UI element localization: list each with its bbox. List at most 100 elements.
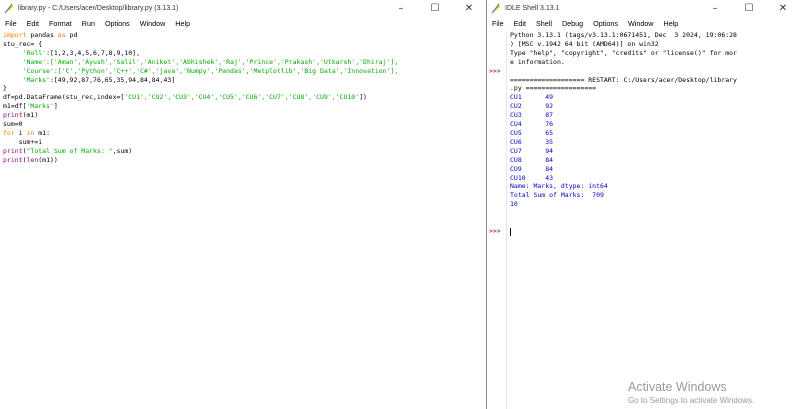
- shell-window: IDLE Shell 3.13.1 – ☐ ✕ File Edit Shell …: [487, 0, 800, 409]
- menu-options[interactable]: Options: [100, 19, 135, 28]
- output-line: CU6 35: [510, 137, 554, 146]
- shell-prompt: >>>: [489, 67, 501, 75]
- code-fragment: [3, 76, 23, 84]
- string-literal: 'CU1','CU2','CU3','CU4','CU5','CU6','CU7…: [124, 93, 360, 102]
- code-line: }: [3, 84, 7, 93]
- output-line: CU5 65: [510, 128, 554, 137]
- banner-line: e information.: [510, 57, 565, 66]
- menu-edit[interactable]: Edit: [509, 19, 531, 28]
- menu-shell[interactable]: Shell: [531, 19, 557, 28]
- maximize-button[interactable]: ☐: [418, 0, 452, 17]
- code-line: sum=0: [3, 120, 23, 129]
- menu-debug[interactable]: Debug: [557, 19, 588, 28]
- menu-help[interactable]: Help: [659, 19, 684, 28]
- output-line: CU3 87: [510, 111, 554, 120]
- builtin: print: [3, 111, 23, 120]
- idle-feather-icon: [490, 3, 501, 14]
- menu-file[interactable]: File: [0, 19, 22, 28]
- minimize-icon: –: [712, 3, 718, 14]
- editor-window-title: library.py - C:/Users/acer/Desktop/libra…: [18, 5, 179, 12]
- activate-windows-watermark: Activate Windows Go to Settings to activ…: [628, 380, 754, 406]
- code-fragment: ]: [53, 102, 58, 111]
- output-line: CU7 94: [510, 146, 554, 155]
- output-line: Name: Marks, dtype: int64: [510, 182, 608, 191]
- code-fragment: [3, 58, 23, 66]
- code-fragment: ]): [359, 93, 367, 102]
- code-fragment: i: [14, 128, 27, 137]
- shell-menubar: File Edit Shell Debug Options Window Hel…: [487, 17, 800, 30]
- shell-banner: Python 3.13.1 (tags/v3.13.1:0671451, Dec…: [510, 31, 798, 93]
- editor-menubar: File Edit Format Run Options Window Help: [0, 17, 486, 30]
- minimize-button[interactable]: –: [698, 0, 732, 17]
- menu-run[interactable]: Run: [77, 19, 100, 28]
- editor-titlebar[interactable]: library.py - C:/Users/acer/Desktop/libra…: [0, 0, 486, 17]
- code-editor[interactable]: import pandas as pd stu_rec= { 'Roll':[1…: [0, 31, 486, 409]
- keyword: as: [57, 31, 66, 39]
- watermark-subtitle: Go to Settings to activate Windows.: [628, 396, 755, 405]
- keyword: import: [3, 31, 27, 39]
- menu-edit[interactable]: Edit: [22, 19, 44, 28]
- string-literal: 'Roll': [22, 48, 47, 57]
- shell-prompt-gutter: >>> >>>: [487, 31, 507, 409]
- text-cursor: [510, 228, 511, 236]
- builtin: print: [3, 146, 23, 155]
- output-line: CU10 43: [510, 173, 554, 182]
- code-fragment: m1:: [34, 128, 50, 137]
- code-text: import pandas as pd stu_rec= { 'Roll':[1…: [0, 31, 486, 165]
- string-literal: 'Name':['Aman','Ayush','Salil','Aniket',…: [22, 57, 399, 66]
- code-fragment: (m1)): [38, 155, 58, 164]
- output-line: CU9 84: [510, 164, 554, 173]
- code-fragment: [3, 49, 23, 57]
- output-line: 10: [510, 200, 518, 209]
- banner-line: Python 3.13.1 (tags/v3.13.1:0671451, Dec…: [510, 31, 737, 39]
- code-fragment: :[1,2,3,4,5,6,7,8,9,10],: [46, 48, 140, 57]
- watermark-title: Activate Windows: [628, 380, 727, 394]
- output-line: CU1 49: [510, 93, 554, 102]
- minimize-button[interactable]: –: [384, 0, 418, 17]
- restart-line: =================== RESTART: C:/Users/ac…: [510, 75, 737, 84]
- close-icon: ✕: [778, 3, 788, 14]
- builtin: len: [26, 155, 39, 164]
- banner-line: ) [MSC v.1942 64 bit (AMD64)] on win32: [510, 39, 659, 48]
- code-fragment: (m1): [22, 111, 39, 120]
- banner-line: Type "help", "copyright", "credits" or "…: [510, 48, 737, 57]
- code-fragment: pandas: [26, 31, 58, 39]
- restart-line: .py ==================: [510, 84, 597, 93]
- close-button[interactable]: ✕: [452, 0, 486, 17]
- code-fragment: ,sum): [112, 146, 133, 155]
- output-line: CU4 76: [510, 120, 554, 129]
- shell-prompt: >>>: [489, 227, 501, 235]
- code-fragment: [3, 67, 23, 75]
- menu-window[interactable]: Window: [623, 19, 659, 28]
- string-literal: "Total Sum of Marks: ": [26, 146, 113, 155]
- close-icon: ✕: [464, 3, 474, 14]
- keyword: for: [3, 128, 15, 137]
- output-line: Total Sum of Marks: 709: [510, 191, 604, 200]
- editor-window: library.py - C:/Users/acer/Desktop/libra…: [0, 0, 486, 409]
- output-line: CU2 92: [510, 102, 554, 111]
- shell-titlebar[interactable]: IDLE Shell 3.13.1 – ☐ ✕: [487, 0, 800, 17]
- string-literal: 'Marks': [22, 75, 50, 84]
- menu-file[interactable]: File: [487, 19, 509, 28]
- code-line: stu_rec= {: [3, 39, 43, 48]
- code-fragment: m1=df[: [3, 102, 27, 111]
- code-fragment: df=pd.DataFrame(stu_rec,index=[: [3, 93, 125, 102]
- idle-feather-icon: [3, 3, 14, 14]
- menu-format[interactable]: Format: [44, 19, 77, 28]
- string-literal: 'Marks': [26, 102, 54, 111]
- maximize-icon: ☐: [744, 3, 754, 14]
- menu-window[interactable]: Window: [135, 19, 171, 28]
- code-fragment: pd: [65, 31, 78, 39]
- program-output: CU1 49 CU2 92 CU3 87 CU4 76 CU5 65 CU6 3…: [510, 93, 798, 209]
- code-fragment: :[49,92,87,76,65,35,94,84,84,43]: [49, 75, 176, 84]
- builtin: print: [3, 155, 23, 164]
- menu-help[interactable]: Help: [170, 19, 195, 28]
- code-line: sum+=i: [3, 137, 43, 146]
- string-literal: 'Course':['C','Python','C++','C#','java'…: [22, 66, 399, 75]
- shell-output[interactable]: Python 3.13.1 (tags/v3.13.1:0671451, Dec…: [510, 31, 798, 409]
- close-button[interactable]: ✕: [766, 0, 800, 17]
- menu-options[interactable]: Options: [588, 19, 623, 28]
- minimize-icon: –: [398, 3, 404, 14]
- output-line: CU8 84: [510, 155, 554, 164]
- maximize-button[interactable]: ☐: [732, 0, 766, 17]
